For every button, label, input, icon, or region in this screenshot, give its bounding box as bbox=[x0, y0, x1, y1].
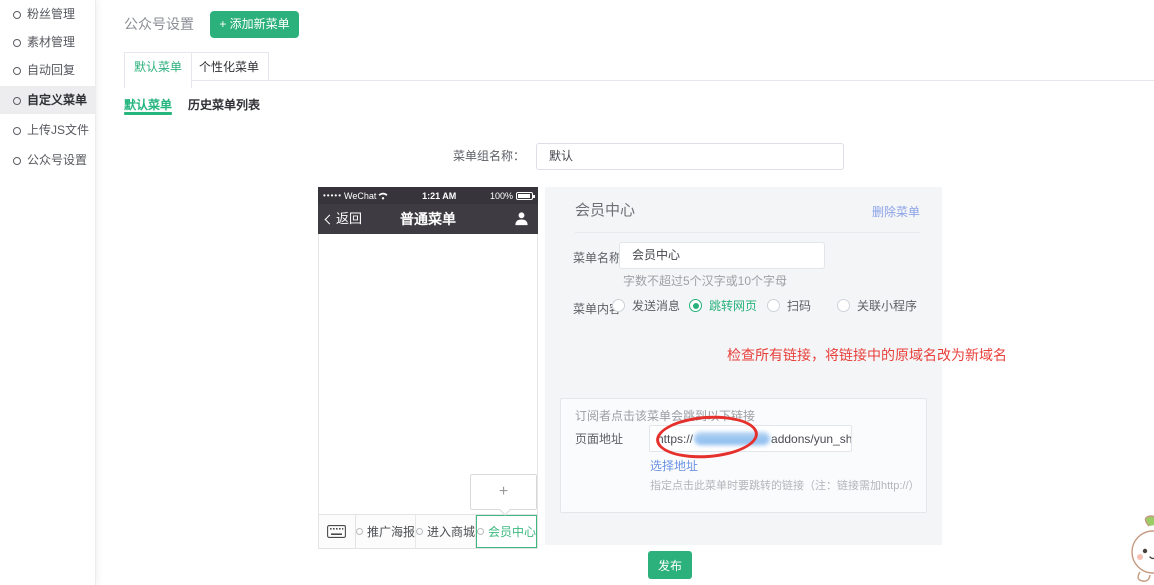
sidebar-item-material[interactable]: 素材管理 bbox=[0, 28, 95, 56]
menu-item-member-center[interactable]: 会员中心 bbox=[476, 515, 537, 548]
delete-menu-link[interactable]: 删除菜单 bbox=[872, 203, 920, 220]
tab-default-menu[interactable]: 默认菜单 bbox=[124, 52, 192, 88]
active-subtab-underline bbox=[124, 112, 172, 115]
radio-icon bbox=[612, 299, 625, 312]
battery-icon bbox=[516, 192, 533, 200]
redacted-blur bbox=[694, 432, 770, 445]
radio-icon bbox=[689, 299, 702, 312]
choose-address-link[interactable]: 选择地址 bbox=[650, 457, 698, 474]
menu-name-input[interactable]: 会员中心 bbox=[619, 242, 825, 269]
radio-scan-code[interactable]: 扫码 bbox=[767, 297, 811, 314]
sidebar-item-upload-js[interactable]: 上传JS文件 bbox=[0, 116, 95, 144]
menu-name-label: 菜单名称 bbox=[573, 249, 621, 266]
sidebar: 粉丝管理 素材管理 自动回复 自定义菜单 上传JS文件 公众号设置 bbox=[0, 0, 96, 585]
url-prefix: https:// bbox=[657, 432, 693, 446]
keyboard-icon bbox=[327, 525, 346, 538]
menu-content-options: 发送消息 跳转网页 扫码 关联小程序 bbox=[545, 297, 942, 315]
phone-menu-bar: 推广海报 进入商城 会员中心 bbox=[318, 514, 538, 549]
sidebar-item-label: 自定义菜单 bbox=[27, 93, 87, 107]
radio-icon bbox=[837, 299, 850, 312]
phone-preview: ••••• WeChat 1:21 AM 100% 返回 普通菜单 + bbox=[318, 187, 538, 549]
circle-icon bbox=[13, 157, 21, 165]
circle-icon bbox=[13, 67, 21, 75]
add-menu-button[interactable]: + 添加新菜单 bbox=[210, 11, 299, 38]
sidebar-item-fans[interactable]: 粉丝管理 bbox=[0, 0, 95, 28]
menu-group-name-input[interactable]: 默认 bbox=[536, 143, 844, 170]
menu-name-hint: 字数不超过5个汉字或10个字母 bbox=[623, 272, 787, 289]
sidebar-item-label: 上传JS文件 bbox=[27, 123, 89, 137]
sidebar-item-label: 自动回复 bbox=[27, 63, 75, 77]
page-url-label: 页面地址 bbox=[575, 426, 623, 452]
dot-icon bbox=[356, 528, 363, 535]
back-button[interactable]: 返回 bbox=[326, 204, 362, 234]
annotation-text: 检查所有链接，将链接中的原域名改为新域名 bbox=[727, 345, 1007, 365]
circle-icon bbox=[13, 11, 21, 19]
phone-nav-bar: 返回 普通菜单 bbox=[318, 204, 538, 234]
publish-button[interactable]: 发布 bbox=[648, 551, 692, 579]
user-icon[interactable] bbox=[514, 211, 529, 231]
keyboard-toggle[interactable] bbox=[319, 515, 356, 548]
battery-percent-label: 100% bbox=[490, 191, 513, 201]
link-settings-box: 订阅者点击该菜单会跳到以下链接 页面地址 https:// addons/yun… bbox=[560, 398, 927, 513]
radio-send-message[interactable]: 发送消息 bbox=[612, 297, 680, 314]
radio-jump-webpage[interactable]: 跳转网页 bbox=[689, 297, 757, 314]
page-url-input[interactable]: https:// addons/yun_shop/? bbox=[649, 425, 852, 452]
radio-icon bbox=[767, 299, 780, 312]
signal-dots-icon: ••••• bbox=[323, 191, 342, 200]
circle-icon bbox=[13, 127, 21, 135]
panel-divider bbox=[575, 232, 920, 233]
subtab-history-menu-list[interactable]: 历史菜单列表 bbox=[188, 96, 260, 113]
page-title: 公众号设置 bbox=[124, 14, 194, 34]
subtab-default-menu[interactable]: 默认菜单 bbox=[124, 96, 172, 113]
menu-group-name-label: 菜单组名称： bbox=[430, 143, 525, 170]
sidebar-item-label: 粉丝管理 bbox=[27, 7, 75, 21]
circle-icon bbox=[13, 97, 21, 105]
carrier-label: WeChat bbox=[344, 191, 376, 201]
clock-label: 1:21 AM bbox=[388, 191, 490, 201]
radio-mini-program[interactable]: 关联小程序 bbox=[837, 297, 917, 314]
menu-item-poster[interactable]: 推广海报 bbox=[356, 515, 416, 548]
tab-personalized-menu[interactable]: 个性化菜单 bbox=[189, 52, 269, 81]
sidebar-item-auto-reply[interactable]: 自动回复 bbox=[0, 56, 95, 84]
link-box-tip: 订阅者点击该菜单会跳到以下链接 bbox=[575, 407, 755, 424]
sidebar-item-account-settings[interactable]: 公众号设置 bbox=[0, 146, 95, 174]
back-chevron-icon bbox=[325, 215, 335, 225]
sidebar-item-custom-menu[interactable]: 自定义菜单 bbox=[0, 86, 95, 114]
phone-status-bar: ••••• WeChat 1:21 AM 100% bbox=[318, 187, 538, 204]
dot-icon bbox=[416, 528, 423, 535]
sidebar-item-label: 公众号设置 bbox=[27, 153, 87, 167]
menu-edit-panel: 会员中心 删除菜单 菜单名称 会员中心 字数不超过5个汉字或10个字母 菜单内容… bbox=[545, 187, 942, 545]
panel-title: 会员中心 bbox=[575, 199, 635, 220]
mascot-sticker-icon bbox=[1126, 512, 1154, 585]
tab-bar-divider bbox=[124, 80, 1154, 81]
page-url-hint: 指定点击此菜单时要跳转的链接（注：链接需加http://） bbox=[650, 477, 920, 493]
admin-page: 粉丝管理 素材管理 自动回复 自定义菜单 上传JS文件 公众号设置 公众号设置 … bbox=[0, 0, 1154, 585]
sidebar-item-label: 素材管理 bbox=[27, 35, 75, 49]
wifi-icon bbox=[378, 192, 388, 200]
dot-icon bbox=[477, 528, 484, 535]
menu-item-mall[interactable]: 进入商城 bbox=[416, 515, 476, 548]
phone-screen bbox=[318, 234, 538, 514]
url-suffix: addons/yun_shop/? bbox=[771, 432, 852, 446]
circle-icon bbox=[13, 39, 21, 47]
